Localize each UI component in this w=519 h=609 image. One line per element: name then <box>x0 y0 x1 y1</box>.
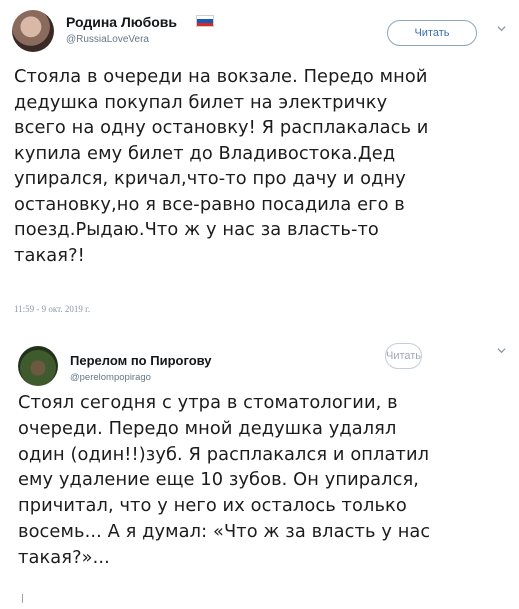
author-name[interactable]: Родина Любовь <box>66 14 177 30</box>
tweet-timestamp[interactable]: 11:59 - 9 окт. 2019 г. <box>14 304 90 314</box>
author-handle[interactable]: @RussiaLoveVera <box>66 34 149 45</box>
tweet-text: Стояла в очереди на вокзале. Передо мной… <box>14 66 429 266</box>
tweet-2: Перелом по Пирогову @perelompopirago Чит… <box>0 330 519 609</box>
cursor-mark <box>22 594 23 603</box>
follow-button[interactable]: Читать <box>385 343 423 369</box>
flag-russia-icon <box>196 15 214 27</box>
tweet-text: Стоял сегодня с утра в стоматологии, в о… <box>18 392 431 568</box>
tweet-1: Родина Любовь @RussiaLoveVera Читать Сто… <box>0 0 519 330</box>
follow-button[interactable]: Читать <box>387 20 477 46</box>
author-handle[interactable]: @perelompopirago <box>70 372 151 383</box>
avatar[interactable] <box>12 10 54 52</box>
author-name[interactable]: Перелом по Пирогову <box>70 353 212 368</box>
avatar[interactable] <box>18 346 58 386</box>
chevron-down-icon[interactable] <box>497 24 506 33</box>
chevron-down-icon[interactable] <box>497 346 506 355</box>
